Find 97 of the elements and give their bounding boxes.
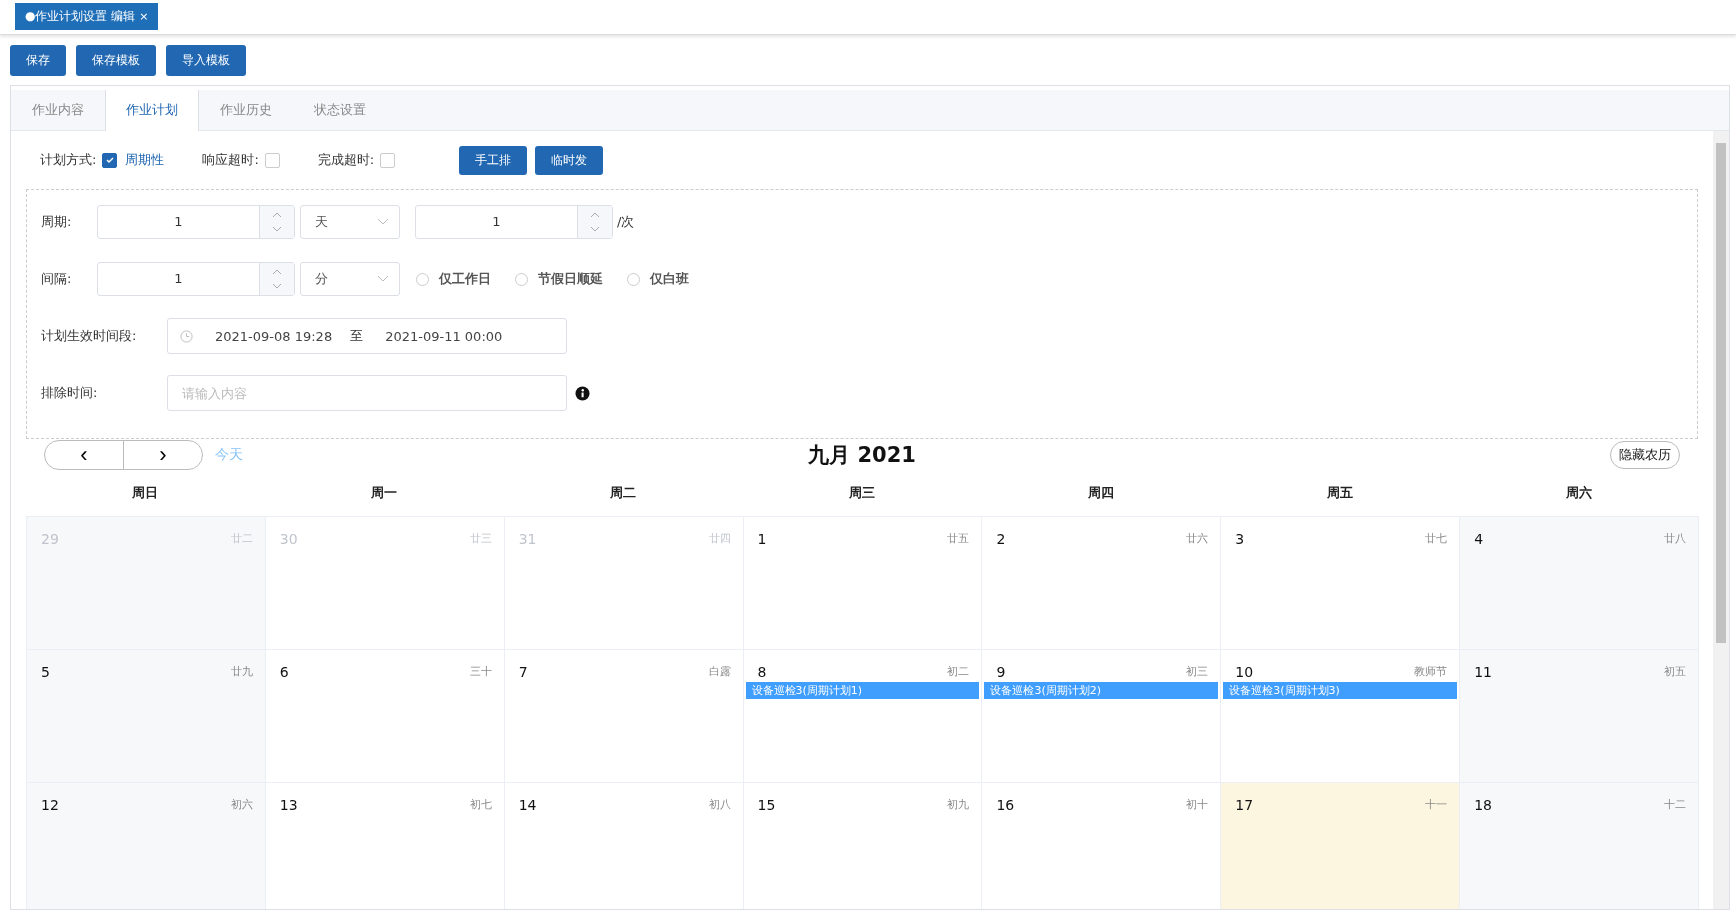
lunar-date: 十二	[1664, 797, 1686, 813]
field-label: 排除时间:	[41, 384, 99, 402]
document-tab[interactable]: ●作业计划设置 编辑 ×	[15, 3, 159, 30]
lunar-date: 廿八	[1664, 531, 1686, 547]
lunar-date: 初八	[708, 797, 731, 813]
toggle-lunar-button[interactable]: 隐藏农历	[1610, 441, 1680, 469]
text-input[interactable]: 请输入内容	[167, 375, 567, 411]
toolbar-button[interactable]: 保存	[10, 45, 66, 76]
day-cell[interactable]: 4 廿八	[1459, 516, 1699, 650]
day-number: 3	[1235, 531, 1245, 547]
radio-label: 仅工作日	[439, 270, 491, 288]
day-number: 8	[757, 664, 767, 680]
day-number: 12	[41, 797, 59, 813]
weekday-header: 周二	[609, 484, 638, 502]
day-number: 14	[518, 797, 537, 813]
lunar-date: 白露	[708, 664, 731, 680]
day-number: 6	[279, 664, 289, 680]
spinner-arrows-icon[interactable]	[272, 210, 282, 234]
field-label: 计划生效时间段:	[41, 327, 138, 345]
lunar-date: 廿五	[947, 531, 970, 547]
day-number: 31	[518, 531, 537, 547]
field-label: 间隔:	[41, 270, 73, 288]
day-number: 16	[996, 797, 1015, 813]
day-number: 13	[279, 797, 298, 813]
field-label: 完成超时:	[317, 151, 375, 169]
tab[interactable]: 作业历史	[199, 90, 293, 130]
day-number: 11	[1474, 664, 1492, 680]
field-label: 响应超时:	[202, 151, 259, 169]
day-number: 17	[1235, 797, 1254, 813]
date-range-field[interactable]: 2021-09-08 19:28 至 2021-09-11 00:00	[167, 318, 567, 354]
weekday-header: 周五	[1325, 484, 1354, 502]
toolbar-button[interactable]: 保存模板	[76, 45, 156, 76]
checkmark-icon	[104, 155, 115, 165]
lunar-date: 初十	[1186, 797, 1209, 813]
spinner-arrows-icon[interactable]	[272, 267, 282, 291]
close-tab-button[interactable]: ×	[139, 10, 149, 23]
radio-label: 仅白班	[650, 270, 689, 288]
unit-select[interactable]: 天	[300, 205, 400, 239]
day-number: 1	[757, 531, 767, 547]
number-input[interactable]: 1	[97, 205, 295, 239]
day-number: 4	[1474, 531, 1484, 547]
field-label: 周期:	[41, 213, 73, 231]
day-number: 18	[1474, 797, 1492, 813]
field-label: 计划方式:	[40, 151, 97, 169]
document-tab-title: ●作业计划设置 编辑	[25, 9, 136, 23]
weekday-header: 周三	[848, 484, 876, 502]
day-number: 30	[279, 531, 298, 547]
tab[interactable]: 作业内容	[11, 90, 105, 130]
day-cell[interactable]: 18 十二	[1459, 782, 1699, 909]
lunar-date: 初七	[469, 797, 492, 813]
day-cell[interactable]: 5 廿九	[26, 649, 266, 783]
weekday-header: 周四	[1086, 484, 1115, 502]
clock-icon	[180, 329, 193, 343]
weekday-header: 周六	[1564, 484, 1593, 502]
day-number: 2	[996, 531, 1006, 547]
checkbox[interactable]	[102, 152, 118, 168]
lunar-date: 廿七	[1425, 531, 1448, 547]
lunar-date: 初九	[947, 797, 970, 813]
lunar-date: 教师节	[1414, 664, 1448, 680]
day-number: 15	[757, 797, 776, 813]
lunar-date: 廿四	[708, 531, 731, 547]
calendar-title: 九月 2021	[808, 442, 916, 469]
lunar-date: 初六	[230, 797, 253, 813]
number-input[interactable]: 1	[415, 205, 613, 239]
tab[interactable]: 状态设置	[293, 90, 387, 130]
weekday-header: 周日	[131, 484, 160, 502]
lunar-date: 十一	[1425, 797, 1448, 813]
unit-select[interactable]: 分	[300, 262, 400, 296]
radio-label: 节假日顺延	[538, 270, 603, 288]
chevron-down-icon	[377, 218, 389, 226]
unit-label: /次	[617, 213, 635, 231]
lunar-date: 廿六	[1186, 531, 1209, 547]
day-number: 9	[996, 664, 1006, 680]
checkbox-label: 周期性	[125, 151, 165, 169]
lunar-date: 初三	[1186, 664, 1209, 680]
day-number: 5	[41, 664, 50, 680]
day-number: 10	[1235, 664, 1254, 680]
day-cell[interactable]: 12 初六	[26, 782, 266, 909]
day-cell[interactable]: 11 初五	[1459, 649, 1699, 783]
day-cell[interactable]: 17 十一	[1220, 782, 1461, 909]
day-number: 7	[518, 664, 528, 680]
action-button[interactable]: 临时发	[535, 145, 604, 175]
lunar-date: 三十	[469, 664, 492, 680]
info-icon	[575, 385, 590, 401]
tab[interactable]: 作业计划	[105, 90, 199, 131]
scrollbar[interactable]	[1713, 131, 1729, 909]
lunar-date: 廿九	[230, 664, 253, 680]
lunar-date: 初五	[1664, 664, 1686, 680]
spinner-arrows-icon[interactable]	[590, 210, 600, 234]
weekday-header: 周一	[370, 484, 399, 502]
lunar-date: 初二	[947, 664, 970, 680]
chevron-down-icon	[377, 275, 389, 283]
previous-button[interactable]: ‹	[44, 440, 124, 470]
number-input[interactable]: 1	[97, 262, 295, 296]
next-button[interactable]: ›	[123, 440, 203, 470]
toolbar-button[interactable]: 导入模板	[166, 45, 246, 76]
action-button[interactable]: 手工排	[459, 145, 528, 175]
